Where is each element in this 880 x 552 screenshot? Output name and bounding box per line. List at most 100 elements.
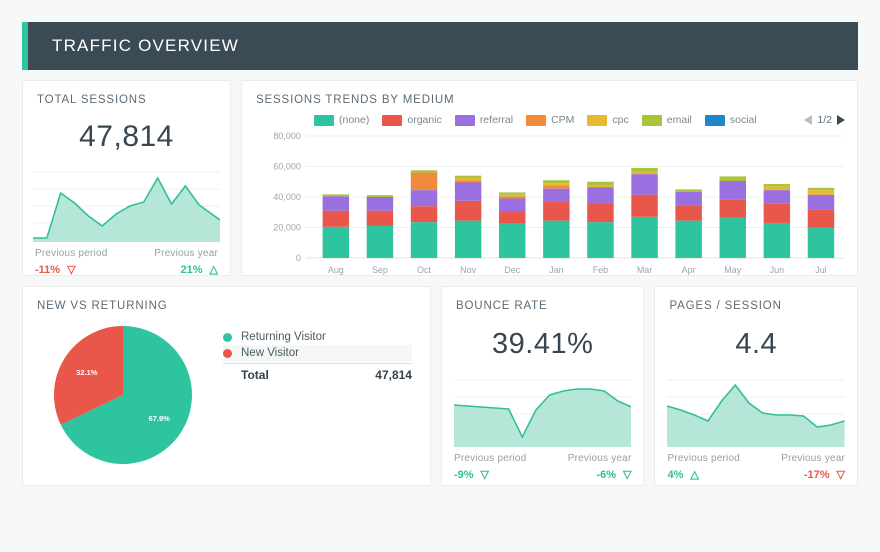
- bar-segment[interactable]: [631, 172, 657, 174]
- bounce-prev-year-value: -6%: [596, 469, 616, 481]
- bar-segment[interactable]: [455, 180, 481, 182]
- bar-segment[interactable]: [720, 199, 746, 217]
- bar-segment[interactable]: [367, 211, 393, 226]
- bar-segment[interactable]: [499, 224, 525, 258]
- bar-segment[interactable]: [631, 195, 657, 217]
- legend-swatch-icon: [526, 115, 546, 126]
- x-tick-label: Mar: [637, 265, 652, 275]
- bar-segment[interactable]: [499, 192, 525, 194]
- bar-segment[interactable]: [720, 176, 746, 181]
- legend-item-none[interactable]: (none): [314, 114, 369, 126]
- bar-segment[interactable]: [367, 226, 393, 258]
- pie-legend-label-new: New Visitor: [241, 347, 299, 359]
- legend-item-cpc[interactable]: cpc: [587, 114, 628, 126]
- pie-legend-item-returning[interactable]: Returning Visitor: [223, 329, 412, 345]
- bar-segment[interactable]: [367, 197, 393, 211]
- bar-segment[interactable]: [631, 174, 657, 195]
- legend-item-social[interactable]: social: [705, 114, 757, 126]
- bar-segment[interactable]: [455, 221, 481, 258]
- pie-slice-percent: 32.1%: [76, 368, 98, 377]
- pie-legend-item-new[interactable]: New Visitor: [223, 345, 412, 361]
- bar-segment[interactable]: [675, 189, 701, 191]
- chevron-down-icon: ▽: [67, 265, 75, 276]
- bar-segment[interactable]: [323, 194, 349, 196]
- card-bounce-rate: BOUNCE RATE 39.41% Previous period -9%: [441, 286, 645, 486]
- bar-segment[interactable]: [499, 195, 525, 197]
- bar-segment[interactable]: [587, 187, 613, 203]
- bar-segment[interactable]: [411, 222, 437, 258]
- bar-segment[interactable]: [587, 186, 613, 188]
- total-sessions-value: 47,814: [23, 120, 230, 154]
- bar-segment[interactable]: [764, 223, 790, 258]
- bar-segment[interactable]: [499, 196, 525, 198]
- legend-item-referral[interactable]: referral: [455, 114, 513, 126]
- bar-segment[interactable]: [587, 222, 613, 258]
- legend-item-email[interactable]: email: [642, 114, 692, 126]
- header-accent-bar: [22, 22, 28, 70]
- bar-segment[interactable]: [675, 205, 701, 220]
- x-tick-label: Apr: [682, 265, 696, 275]
- total-sessions-sparkline: [33, 168, 220, 242]
- total-prev-period-value: -11%: [35, 264, 60, 276]
- next-page-icon[interactable]: [837, 115, 845, 125]
- bar-segment[interactable]: [455, 176, 481, 178]
- bar-segment[interactable]: [499, 211, 525, 223]
- bar-segment[interactable]: [323, 227, 349, 258]
- bar-segment[interactable]: [411, 206, 437, 222]
- bar-segment[interactable]: [323, 211, 349, 227]
- bar-segment[interactable]: [764, 184, 790, 186]
- bar-segment[interactable]: [675, 192, 701, 206]
- pie-total-value: 47,814: [375, 368, 412, 382]
- bar-segment[interactable]: [543, 189, 569, 202]
- bar-segment[interactable]: [631, 168, 657, 172]
- bar-segment[interactable]: [455, 178, 481, 180]
- bounce-prev-year: Previous year -6% ▽: [568, 453, 632, 481]
- bar-segment[interactable]: [543, 180, 569, 183]
- x-tick-label: Jan: [549, 265, 563, 275]
- bounce-prev-period-value: -9%: [454, 469, 474, 481]
- bar-segment[interactable]: [543, 183, 569, 185]
- bar-segment[interactable]: [499, 199, 525, 212]
- bar-segment[interactable]: [543, 202, 569, 221]
- pie-legend: Returning Visitor New Visitor Total 47,8…: [223, 312, 430, 477]
- bar-segment[interactable]: [587, 203, 613, 222]
- bar-segment[interactable]: [808, 228, 834, 259]
- total-prev-year-value-group: 21% △: [181, 264, 219, 276]
- card-sessions-trends: SESSIONS TRENDS BY MEDIUM (none)organicr…: [241, 80, 858, 276]
- dashboard-page: TRAFFIC OVERVIEW TOTAL SESSIONS 47,814 P…: [0, 0, 880, 552]
- x-tick-label: Dec: [504, 265, 520, 275]
- bar-segment[interactable]: [675, 221, 701, 258]
- prev-page-icon[interactable]: [804, 115, 812, 125]
- bar-segment[interactable]: [411, 170, 437, 172]
- bar-segment[interactable]: [720, 218, 746, 258]
- bar-segment[interactable]: [543, 221, 569, 258]
- card-pages-per-session: PAGES / SESSION 4.4 Previous period 4%: [654, 286, 858, 486]
- bar-segment[interactable]: [764, 204, 790, 223]
- pie-legend-label-returning: Returning Visitor: [241, 331, 326, 343]
- legend-item-organic[interactable]: organic: [382, 114, 441, 126]
- bar-segment[interactable]: [764, 190, 790, 204]
- x-tick-label: Jun: [770, 265, 784, 275]
- bar-segment[interactable]: [367, 195, 393, 197]
- bar-segment[interactable]: [587, 182, 613, 186]
- legend-item-cpm[interactable]: CPM: [526, 114, 574, 126]
- bar-segment[interactable]: [543, 186, 569, 189]
- bar-segment[interactable]: [808, 195, 834, 209]
- bar-segment[interactable]: [455, 183, 481, 201]
- bar-segment[interactable]: [631, 217, 657, 258]
- bar-segment[interactable]: [720, 181, 746, 199]
- bar-segment[interactable]: [764, 186, 790, 190]
- bar-segment[interactable]: [455, 201, 481, 221]
- bar-segment[interactable]: [411, 190, 437, 206]
- bar-segment[interactable]: [323, 196, 349, 210]
- pages-prev-period-label: Previous period: [667, 453, 739, 464]
- bar-segment[interactable]: [808, 209, 834, 227]
- bar-segment[interactable]: [808, 188, 834, 190]
- pages-prev-period-value-group: 4% △: [667, 469, 739, 481]
- bar-segment[interactable]: [411, 173, 437, 191]
- bounce-prev-period: Previous period -9% ▽: [454, 453, 526, 481]
- row-top: TOTAL SESSIONS 47,814 Previous period -1…: [22, 80, 858, 276]
- page-title: TRAFFIC OVERVIEW: [52, 36, 239, 56]
- pie-total-row: Total 47,814: [223, 363, 412, 382]
- bar-segment[interactable]: [808, 190, 834, 195]
